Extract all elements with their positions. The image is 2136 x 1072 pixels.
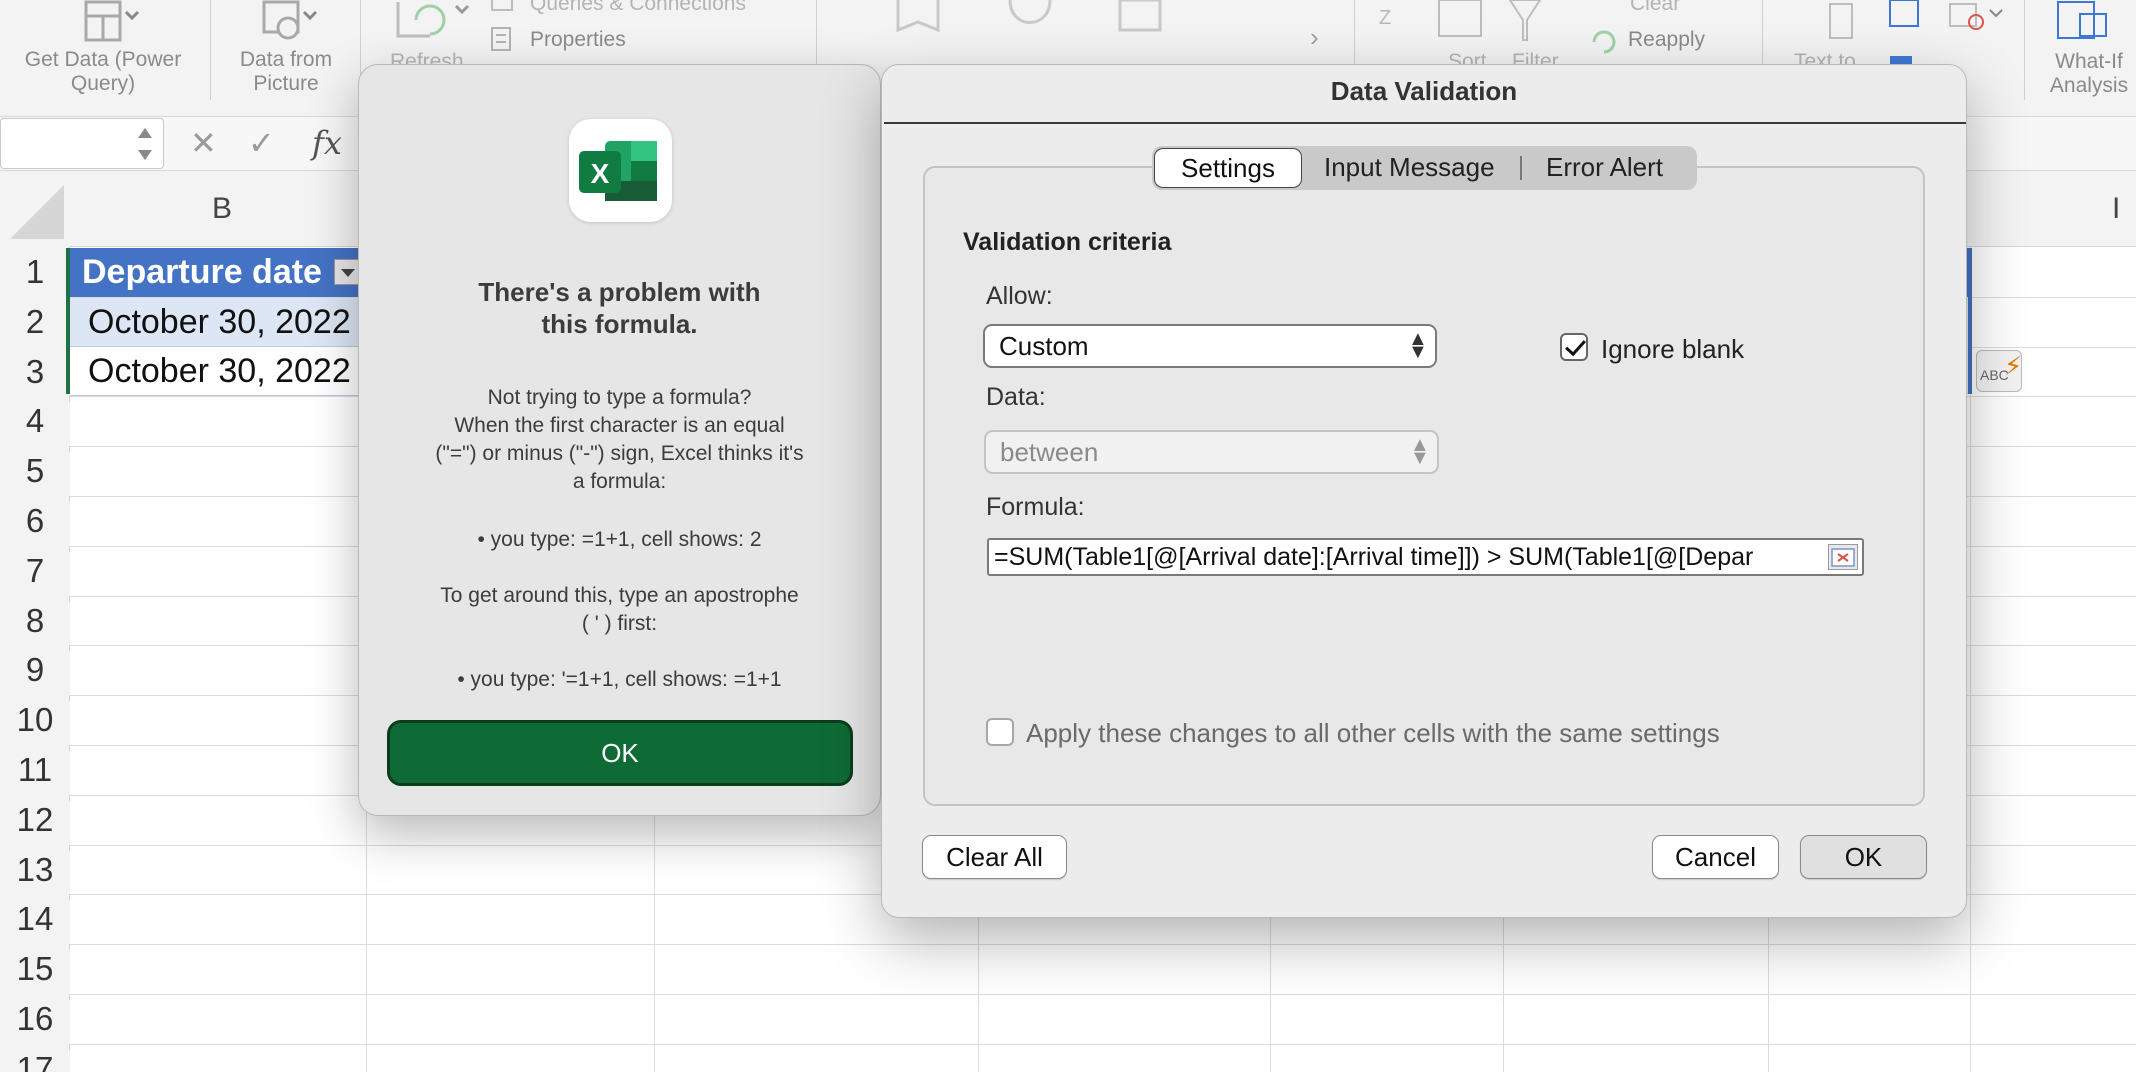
alert-title: There's a problem with this formula. <box>478 277 761 339</box>
properties-icon <box>491 27 511 51</box>
formula-label: Formula: <box>986 493 1085 521</box>
select-updown-icon: ▲ ▼ <box>1410 434 1430 469</box>
name-box-stepper-icon[interactable] <box>134 122 156 166</box>
row-header[interactable]: 2 <box>0 302 70 347</box>
title-separator <box>884 122 1966 124</box>
ribbon-separator <box>2024 0 2025 100</box>
ignore-blank-label: Ignore blank <box>1601 334 1745 364</box>
data-from-picture-label: Data from Picture <box>239 48 333 95</box>
row-header[interactable]: 15 <box>0 950 70 994</box>
row-header[interactable]: 13 <box>0 850 70 895</box>
apply-to-all-checkbox[interactable] <box>986 718 1014 746</box>
what-if-icon <box>2057 1 2107 39</box>
data-label: Data: <box>986 383 1046 411</box>
settings-panel <box>923 166 1925 806</box>
column-header-i[interactable]: I <box>2112 192 2120 226</box>
ribbon-more-chevron[interactable]: › <box>1310 22 1319 53</box>
alert-ok-button[interactable]: OK <box>387 720 853 786</box>
select-updown-icon: ▲ ▼ <box>1408 328 1428 363</box>
alert-example-1: • you type: =1+1, cell shows: 2 <box>477 528 762 551</box>
row-header[interactable]: 7 <box>0 551 70 596</box>
row-header[interactable]: 1 <box>0 253 70 297</box>
allow-label: Allow: <box>986 282 1053 310</box>
tab-error-alert[interactable]: Error Alert <box>1546 152 1663 183</box>
row-gridline <box>70 944 2136 946</box>
table-cell[interactable]: October 30, 2022 <box>70 347 366 396</box>
select-all-triangle-icon <box>10 185 64 239</box>
cancel-icon[interactable]: ✕ <box>190 124 217 162</box>
tab-input-message[interactable]: Input Message <box>1324 152 1495 183</box>
row-header[interactable]: 12 <box>0 800 70 845</box>
ok-button[interactable]: OK <box>1800 835 1927 879</box>
column-header-b[interactable]: B <box>212 192 232 226</box>
clear-all-button[interactable]: Clear All <box>922 835 1067 879</box>
row-header[interactable]: 5 <box>0 452 70 496</box>
row-header[interactable]: 10 <box>0 701 70 745</box>
collapse-dialog-icon[interactable] <box>1828 544 1858 570</box>
data-select: between <box>984 430 1439 474</box>
function-icon[interactable]: fx <box>312 124 342 162</box>
apply-to-all-label: Apply these changes to all other cells w… <box>1026 718 1720 748</box>
excel-app-icon: X <box>569 119 672 222</box>
range-select-icon <box>1831 548 1855 567</box>
data-select-value: between <box>1000 437 1099 467</box>
get-data-button[interactable]: Get Data (Power Query) <box>0 0 206 96</box>
lightning-icon: ⚡ <box>2004 351 2023 381</box>
alert-intro-text: Not trying to type a formula? When the f… <box>435 386 804 493</box>
table-right-border <box>1968 248 1972 394</box>
formula-input[interactable]: =SUM(Table1[@[Arrival date]:[Arrival tim… <box>987 538 1864 576</box>
formula-input-value: =SUM(Table1[@[Arrival date]:[Arrival tim… <box>994 543 1754 571</box>
row-gridline <box>70 1043 2136 1045</box>
dialog-title: Data Validation <box>1330 76 1518 106</box>
filter-dropdown-icon[interactable] <box>334 259 360 285</box>
queries-icon <box>491 0 513 11</box>
table-icon <box>84 0 140 42</box>
table-header-departure-date[interactable]: Departure date <box>70 248 366 297</box>
svg-text:Z: Z <box>1379 7 1391 29</box>
data-from-picture-button[interactable]: Data from Picture <box>216 0 356 96</box>
validation-criteria-heading: Validation criteria <box>963 228 1172 256</box>
allow-select-value: Custom <box>999 331 1089 361</box>
row-header[interactable]: 8 <box>0 601 70 646</box>
row-gridline <box>70 994 2136 995</box>
ignore-blank-checkbox[interactable] <box>1560 333 1588 361</box>
allow-select[interactable]: Custom <box>983 324 1437 368</box>
app-icon-letter: X <box>591 158 610 189</box>
refresh-icon[interactable] <box>390 0 470 50</box>
table-cell[interactable]: October 30, 2022 <box>70 298 366 347</box>
queries-connections-label[interactable]: Queries & Connections <box>530 0 746 16</box>
clear-label[interactable]: Clear <box>1630 0 1680 16</box>
cancel-button[interactable]: Cancel <box>1652 835 1779 879</box>
reapply-label[interactable]: Reapply <box>1628 28 1705 52</box>
confirm-icon[interactable]: ✓ <box>248 124 275 162</box>
tab-divider <box>1520 156 1522 180</box>
row-header[interactable]: 16 <box>0 1000 70 1044</box>
row-header[interactable]: 11 <box>0 751 70 795</box>
ribbon-separator <box>210 0 211 100</box>
row-header[interactable]: 6 <box>0 502 70 546</box>
row-header[interactable]: 4 <box>0 402 70 447</box>
row-header[interactable]: 9 <box>0 651 70 696</box>
properties-label[interactable]: Properties <box>530 28 626 52</box>
alert-example-2: • you type: '=1+1, cell shows: =1+1 <box>457 668 782 691</box>
picture-table-icon <box>262 0 318 40</box>
what-if-analysis-button[interactable]: What-If Analysis <box>2034 50 2136 98</box>
row-header[interactable]: 17 <box>0 1049 70 1072</box>
reapply-icon <box>1592 30 1616 54</box>
what-if-label: What-If Analysis <box>2049 50 2129 97</box>
excel-logo-icon: X <box>579 141 657 201</box>
get-data-label: Get Data (Power Query) <box>24 48 182 95</box>
tab-settings[interactable]: Settings <box>1154 148 1302 188</box>
row-header[interactable]: 3 <box>0 352 70 397</box>
alert-workaround-text: To get around this, type an apostrophe (… <box>440 584 799 635</box>
row-header[interactable]: 14 <box>0 900 70 945</box>
data-types-icons[interactable] <box>880 0 1180 50</box>
